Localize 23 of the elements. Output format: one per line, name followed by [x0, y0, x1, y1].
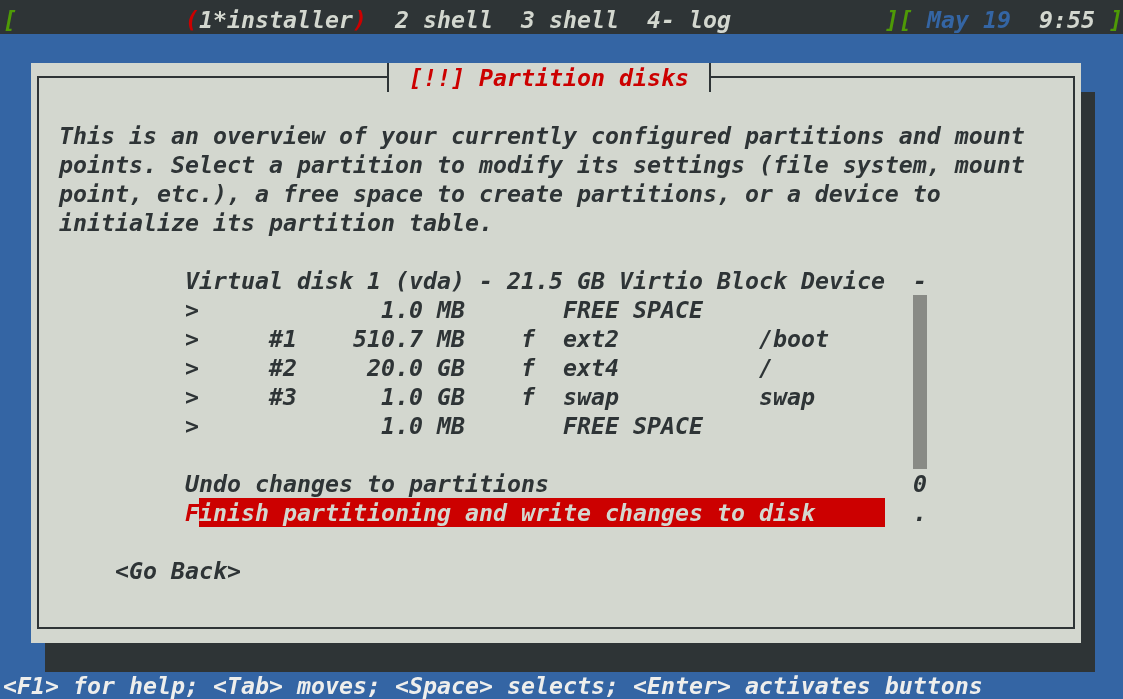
status-bracket: ]: [1109, 4, 1123, 34]
window-tab[interactable]: (1*installer): [185, 4, 367, 34]
dialog-title: [!!] Partition disks: [387, 63, 711, 92]
status-bracket: [: [3, 4, 17, 34]
scrollbar-mark: .: [913, 497, 927, 527]
free-space-row[interactable]: > 1.0 MB FREE SPACE: [185, 294, 703, 324]
partition-row[interactable]: > #2 20.0 GB f ext4 /: [185, 352, 773, 382]
disk-row[interactable]: Virtual disk 1 (vda) - 21.5 GB Virtio Block Device: [185, 265, 885, 295]
window-tab[interactable]: 3 shell: [520, 4, 619, 34]
status-bracket: ][: [885, 4, 913, 34]
description-text: This is an overview of your currently configured partitions and mount points. Select a partition to modify its settings (file system, mount point, etc.), a free space to create partitions, or a device to initialize its partition table.: [59, 120, 1026, 237]
partition-row[interactable]: > #1 510.7 MB f ext2 /boot: [185, 323, 829, 353]
scrollbar-mark: 0: [913, 468, 927, 498]
free-space-row[interactable]: > 1.0 MB FREE SPACE: [185, 410, 703, 440]
scrollbar-thumb[interactable]: [913, 294, 927, 469]
partition-row[interactable]: > #3 1.0 GB f swap swap: [185, 381, 815, 411]
date-text: May 19: [927, 4, 1011, 34]
window-tab[interactable]: 4- log: [646, 4, 731, 34]
menu-item[interactable]: Undo changes to partitions: [185, 468, 549, 498]
go-back-button[interactable]: <Go Back>: [115, 555, 241, 585]
window-tab[interactable]: 2 shell: [395, 4, 493, 34]
clock-time: 9:55: [1039, 4, 1095, 34]
scrollbar-mark: -: [913, 265, 927, 295]
